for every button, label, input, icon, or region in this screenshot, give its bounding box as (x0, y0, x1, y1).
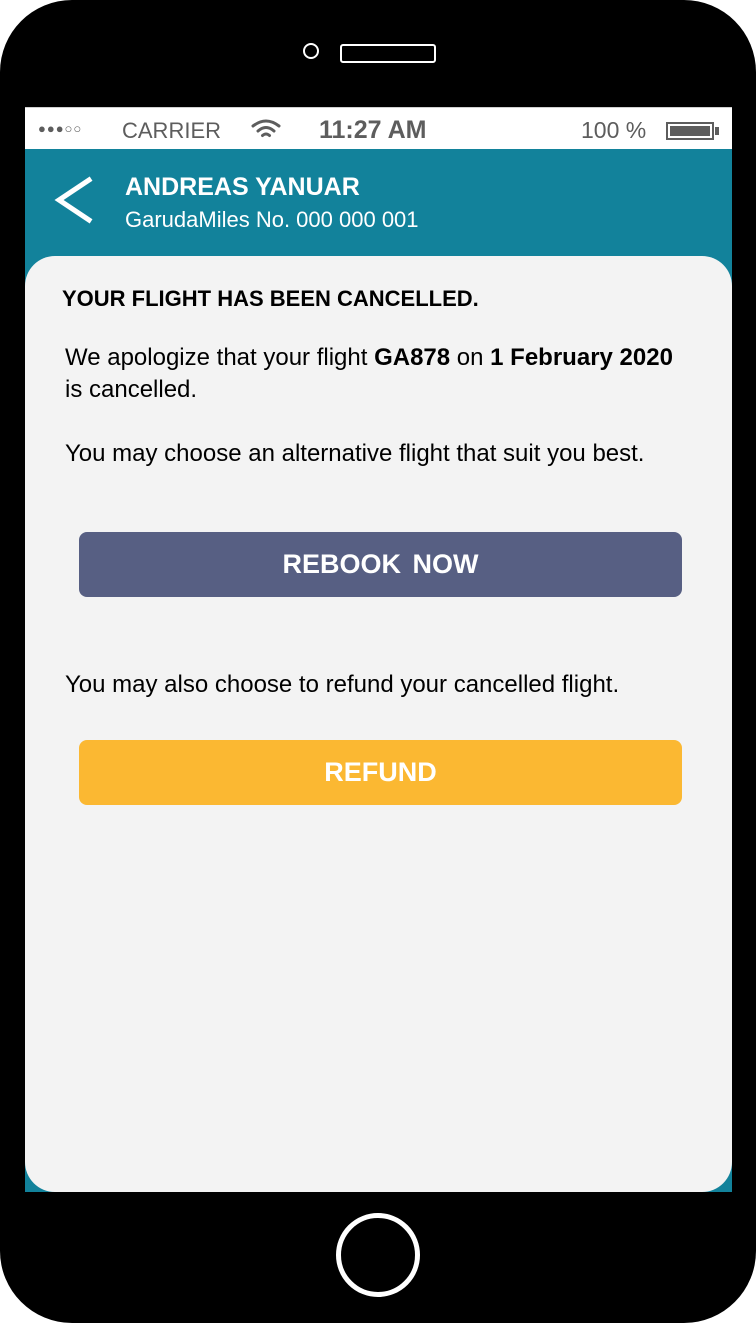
battery-level (670, 126, 710, 136)
signal-strength-icon: ●●●○○ (38, 121, 83, 136)
app-screen: ●●●○○ CARRIER 11:27 AM 100 % ANDREAS YAN… (25, 107, 732, 1192)
apology-message: We apologize that your flight GA878 on 1… (65, 342, 695, 406)
battery-icon (666, 122, 714, 140)
member-miles-number: GarudaMiles No. 000 000 001 (125, 207, 419, 232)
apology-text-start: We apologize that your flight (65, 344, 375, 371)
flight-number: GA878 (374, 344, 451, 371)
content-card: YOUR FLIGHT HAS BEEN CANCELLED. We apolo… (25, 256, 732, 1192)
clock: 11:27 AM (319, 116, 427, 144)
member-name: ANDREAS YANUAR (125, 173, 360, 201)
rebook-now-button[interactable]: REBOOK NOW (79, 532, 682, 597)
battery-percentage: 100 % (581, 117, 647, 143)
alternative-flight-message: You may choose an alternative flight tha… (65, 440, 645, 467)
status-bar: ●●●○○ CARRIER 11:27 AM 100 % (25, 107, 732, 149)
carrier-label: CARRIER (122, 118, 222, 143)
speaker-grille (340, 44, 436, 63)
back-arrow-icon[interactable] (51, 170, 97, 230)
apology-text-end: is cancelled. (65, 376, 198, 403)
refund-button[interactable]: REFUND (79, 740, 682, 805)
apology-text-middle: on (450, 344, 491, 371)
battery-tip (715, 127, 719, 135)
refund-message: You may also choose to refund your cance… (65, 671, 620, 698)
camera-icon (303, 43, 319, 59)
home-button[interactable] (336, 1213, 420, 1297)
flight-date: 1 February 2020 (490, 344, 673, 371)
cancellation-title: YOUR FLIGHT HAS BEEN CANCELLED. (62, 286, 479, 311)
phone-frame: ●●●○○ CARRIER 11:27 AM 100 % ANDREAS YAN… (0, 0, 756, 1323)
wifi-icon (251, 119, 281, 137)
